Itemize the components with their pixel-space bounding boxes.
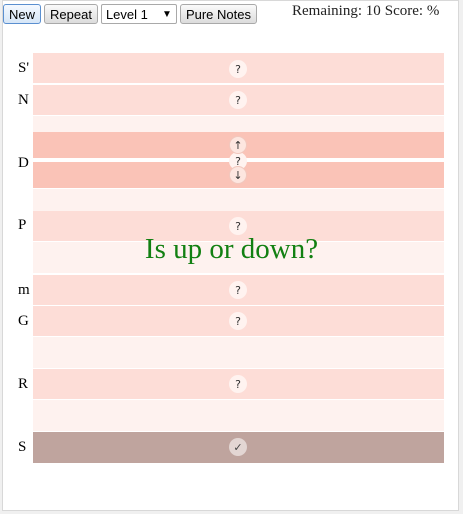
new-button[interactable]: New [3, 4, 42, 24]
note-label-r: R [18, 376, 29, 392]
remaining-count: Remaining: 10 [292, 3, 381, 19]
down-arrow-icon[interactable]: ↓ [229, 166, 247, 184]
gap-band [33, 400, 444, 431]
gap-band [33, 242, 444, 273]
note-marker[interactable]: ? [229, 60, 247, 78]
level-select[interactable]: Level 1 ▼ [100, 4, 177, 24]
note-marker[interactable]: ? [229, 375, 247, 393]
up-arrow-icon[interactable]: ↑ [229, 136, 247, 154]
note-label-s: S [18, 439, 27, 455]
toolbar: New Repeat Level 1 ▼ Pure Notes [3, 3, 260, 25]
note-marker[interactable]: ? [229, 217, 247, 235]
status-text: Remaining: 10 Score: % [292, 3, 443, 20]
repeat-button[interactable]: Repeat [44, 4, 98, 24]
note-label-m: m [18, 282, 30, 298]
level-select-value: Level 1 [105, 6, 148, 22]
note-marker[interactable]: ? [229, 281, 247, 299]
note-label-d: D [18, 155, 29, 171]
gap-band [33, 189, 444, 211]
chevron-down-icon: ▼ [162, 8, 172, 20]
note-label-n: N [18, 92, 29, 108]
check-icon: ✓ [229, 438, 247, 456]
pure-notes-button[interactable]: Pure Notes [179, 4, 257, 24]
note-marker[interactable]: ? [229, 312, 247, 330]
score-value: Score: % [384, 3, 440, 19]
note-label-g: G [18, 313, 29, 329]
note-label-p: P [18, 217, 27, 233]
gap-band [33, 116, 444, 132]
note-label-s-prime: S' [18, 60, 30, 76]
gap-band [33, 337, 444, 368]
note-marker[interactable]: ? [229, 91, 247, 109]
